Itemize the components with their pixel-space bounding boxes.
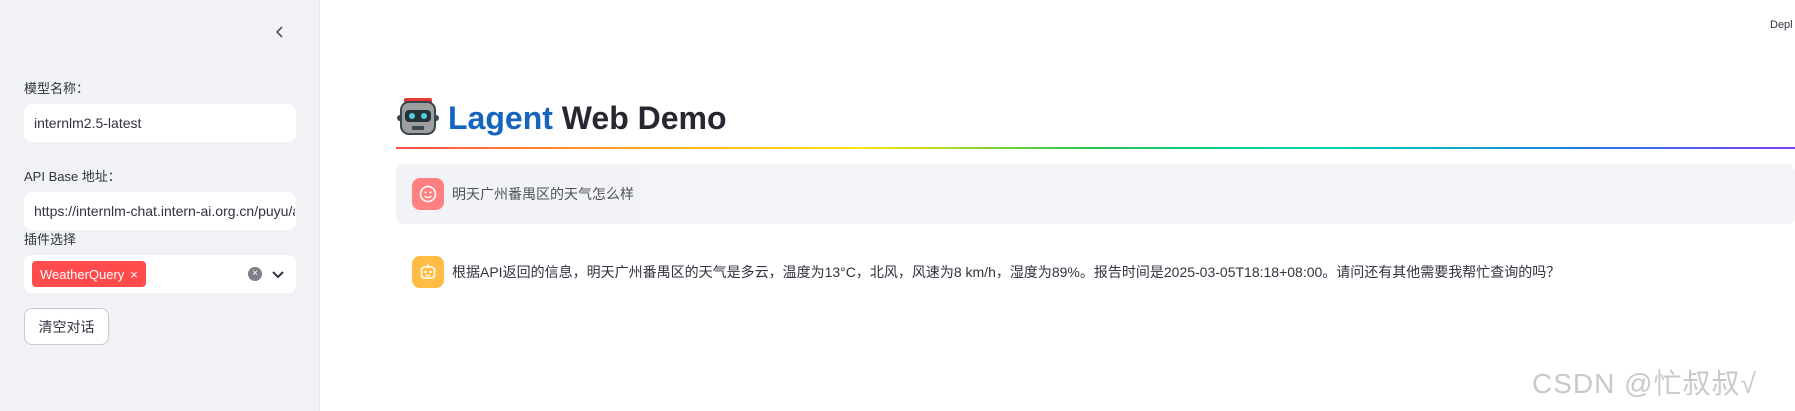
robot-logo-icon bbox=[397, 98, 439, 135]
plugin-tag: WeatherQuery × bbox=[32, 261, 146, 287]
collapse-sidebar-button[interactable] bbox=[268, 20, 292, 44]
assistant-avatar bbox=[412, 256, 444, 288]
chat-message-user: 明天广州番禺区的天气怎么样 bbox=[396, 164, 1795, 224]
chat-message-assistant: 根据API返回的信息，明天广州番禺区的天气是多云，温度为13°C，北风，风速为8… bbox=[396, 251, 1795, 293]
page-title: Lagent Web Demo bbox=[396, 96, 727, 140]
user-message-text: 明天广州番禺区的天气怎么样 bbox=[452, 186, 634, 202]
smiley-face-icon bbox=[419, 185, 437, 203]
title-accent: Lagent bbox=[448, 99, 553, 136]
api-base-input[interactable]: https://internlm-chat.intern-ai.org.cn/p… bbox=[24, 192, 296, 230]
robot-face-icon bbox=[420, 264, 436, 279]
title-divider bbox=[396, 147, 1795, 149]
clear-chat-button[interactable]: 清空对话 bbox=[24, 308, 109, 345]
plugin-tag-label: WeatherQuery bbox=[40, 266, 125, 282]
watermark: CSDN @忙叔叔√ bbox=[1532, 368, 1757, 399]
chevron-left-icon bbox=[275, 26, 283, 38]
model-name-label: 模型名称： bbox=[24, 81, 90, 96]
app-root: 模型名称： internlm2.5-latest API Base 地址： ht… bbox=[0, 0, 1795, 411]
clear-selection-icon[interactable]: × bbox=[248, 267, 262, 281]
title-rest: Web Demo bbox=[552, 99, 727, 136]
chevron-down-icon[interactable] bbox=[270, 266, 286, 282]
assistant-message-text: 根据API返回的信息，明天广州番禺区的天气是多云，温度为13°C，北风，风速为8… bbox=[452, 264, 1561, 280]
plugin-select-label: 插件选择 bbox=[24, 232, 77, 247]
user-avatar bbox=[412, 178, 444, 210]
remove-tag-icon[interactable]: × bbox=[130, 267, 138, 282]
deploy-button[interactable]: Depl bbox=[1770, 19, 1793, 31]
sidebar: 模型名称： internlm2.5-latest API Base 地址： ht… bbox=[0, 0, 320, 411]
model-name-input[interactable]: internlm2.5-latest bbox=[24, 104, 296, 142]
plugin-multiselect[interactable]: WeatherQuery × × bbox=[24, 255, 296, 293]
api-base-label: API Base 地址： bbox=[24, 169, 121, 184]
